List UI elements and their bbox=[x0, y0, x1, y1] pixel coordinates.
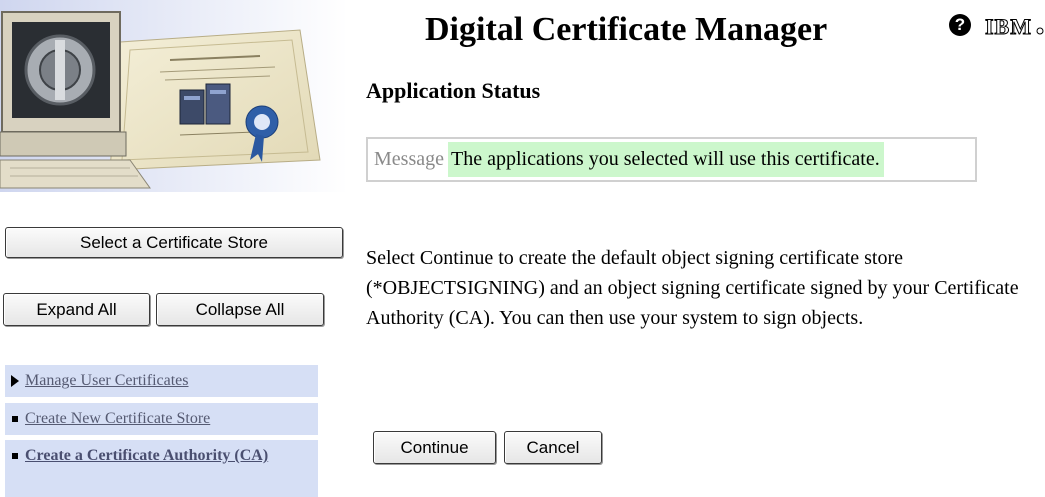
nav-item-create-certificate-authority[interactable]: Create a Certificate Authority (CA) bbox=[5, 440, 318, 497]
expand-all-button[interactable]: Expand All bbox=[3, 293, 150, 326]
nav-link-manage-user-certificates[interactable]: Manage User Certificates bbox=[25, 371, 188, 391]
continue-button[interactable]: Continue bbox=[373, 431, 496, 464]
message-box: Message The applications you selected wi… bbox=[366, 137, 977, 182]
select-certificate-store-button[interactable]: Select a Certificate Store bbox=[5, 227, 343, 258]
nav-link-create-new-certificate-store[interactable]: Create New Certificate Store bbox=[25, 409, 210, 429]
ibm-logo-text: IBM bbox=[985, 14, 1032, 38]
cancel-button[interactable]: Cancel bbox=[504, 431, 602, 464]
page-header-title: Digital Certificate Manager bbox=[425, 11, 828, 48]
message-text: The applications you selected will use t… bbox=[447, 142, 884, 177]
help-icon[interactable]: ? bbox=[949, 14, 971, 36]
left-panel: Select a Certificate Store Expand All Co… bbox=[0, 0, 348, 497]
ibm-logo: IBM bbox=[985, 14, 1045, 43]
instruction-text: Select Continue to create the default ob… bbox=[366, 247, 1019, 329]
collapse-all-button[interactable]: Collapse All bbox=[156, 293, 324, 326]
message-label: Message bbox=[374, 148, 444, 170]
nav-item-manage-user-certificates[interactable]: Manage User Certificates bbox=[5, 365, 318, 397]
nav-item-create-new-certificate-store[interactable]: Create New Certificate Store bbox=[5, 403, 318, 435]
certificate-hero-image bbox=[0, 0, 348, 192]
expand-triangle-icon bbox=[11, 371, 25, 391]
application-status-title: Application Status bbox=[366, 78, 541, 103]
nav-link-create-certificate-authority[interactable]: Create a Certificate Authority (CA) bbox=[25, 446, 268, 466]
bullet-square-icon bbox=[11, 446, 25, 466]
bullet-square-icon bbox=[11, 409, 25, 429]
